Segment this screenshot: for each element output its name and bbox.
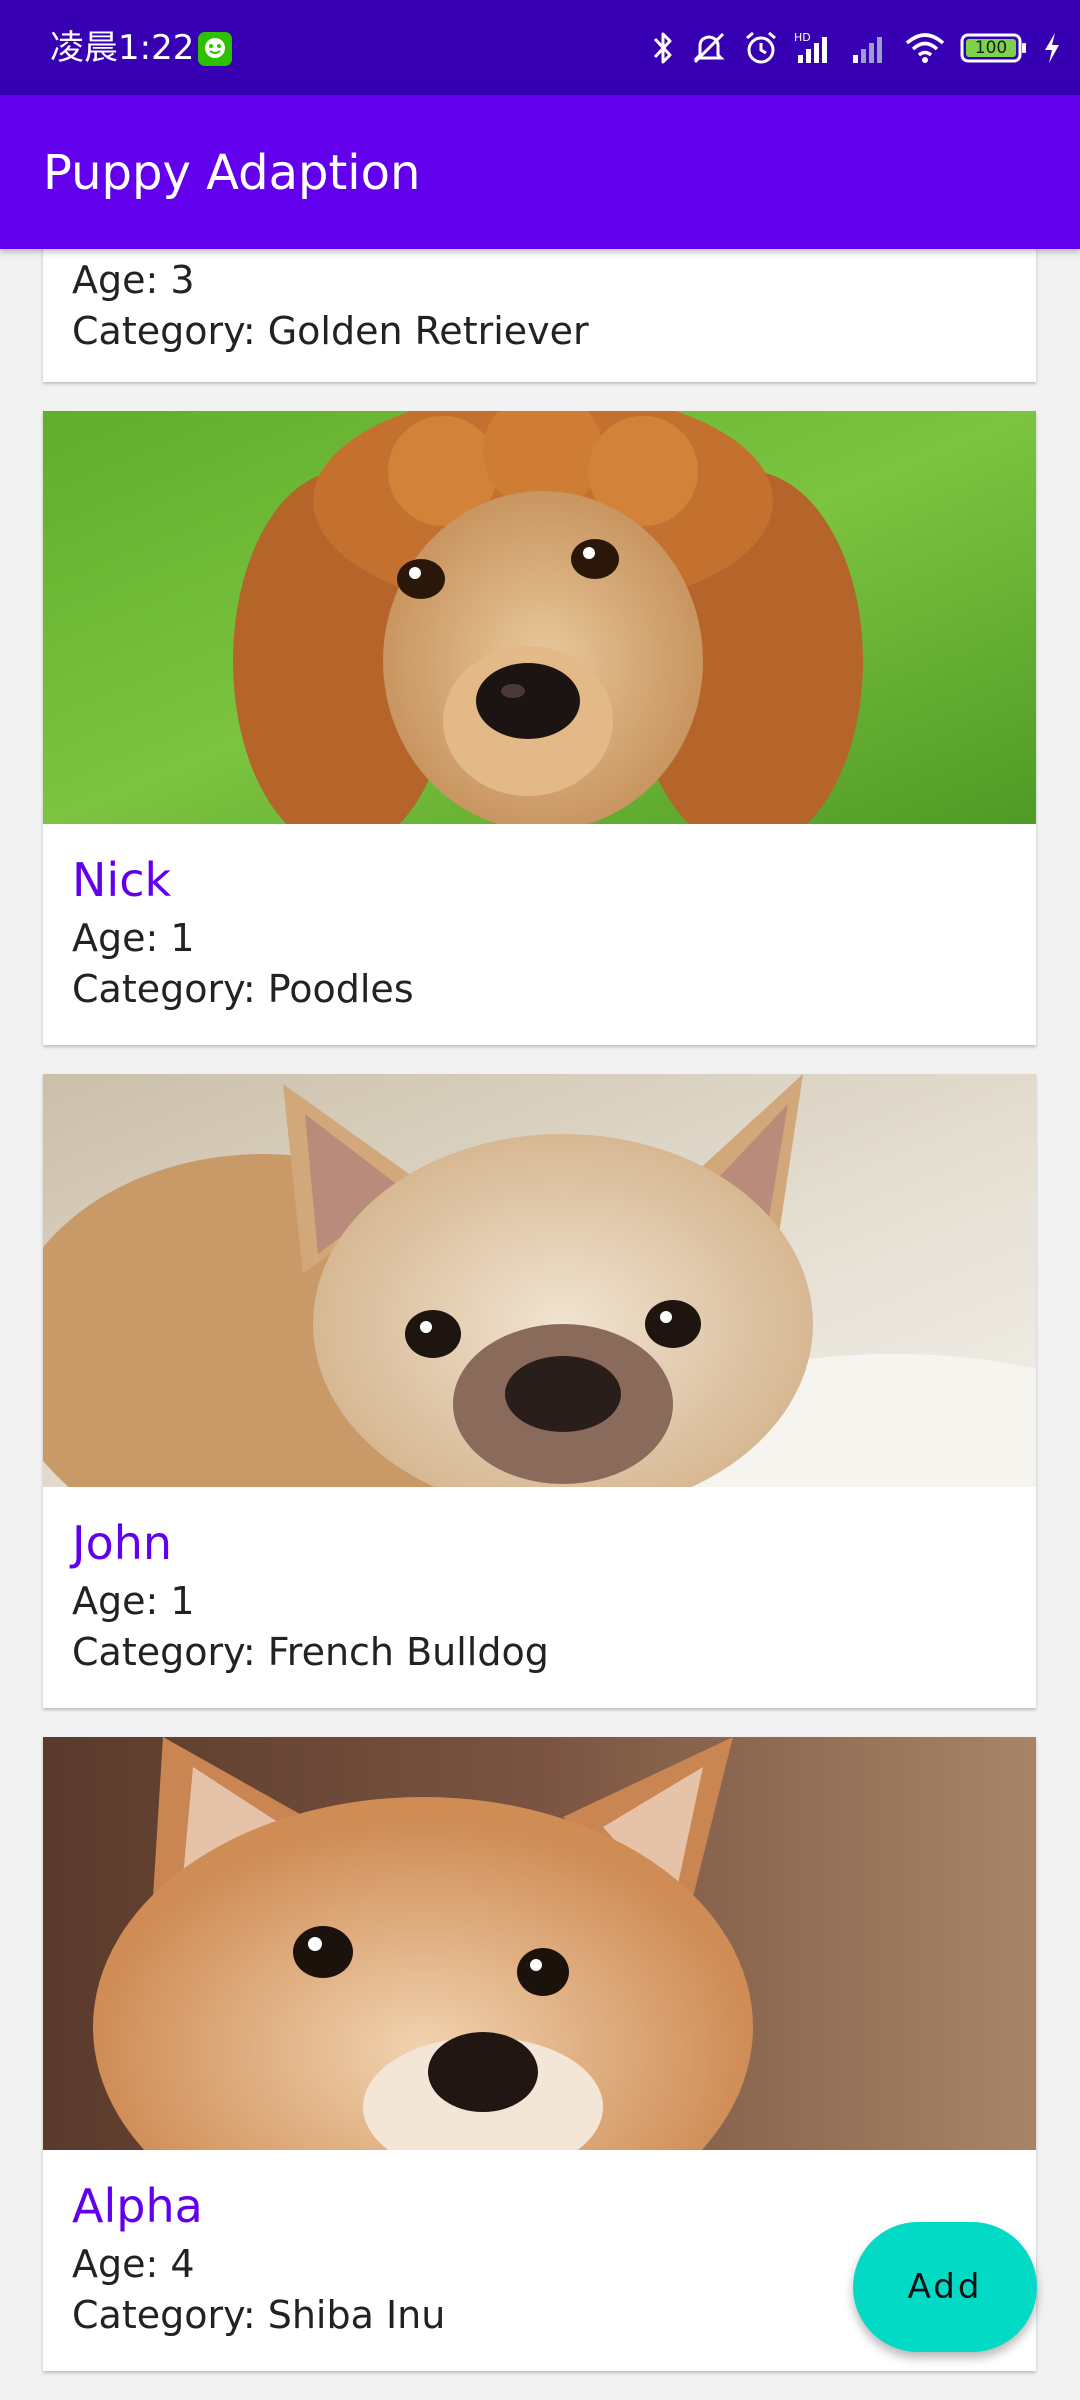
puppy-card[interactable]: Age: 3 Category: Golden Retriever [43,249,1036,382]
puppy-age: Age: 1 [72,1579,195,1623]
svg-text:HD: HD [794,31,811,44]
battery-icon: 100 [960,32,1028,64]
signal-weak-icon [850,29,890,67]
puppy-name: Alpha [72,2179,203,2233]
app-bar: Puppy Adaption [0,95,1080,249]
status-icons: HD 100 [650,24,1062,72]
add-button[interactable]: Add [853,2222,1037,2352]
status-bar: 凌晨1:22 HD 100 [0,0,1080,95]
puppy-card[interactable]: John Age: 1 Category: French Bulldog [43,1074,1036,1708]
app-title: Puppy Adaption [43,145,421,201]
bluetooth-icon [650,29,676,67]
hd-signal-icon: HD [794,29,836,67]
status-time: 凌晨1:22 [50,28,195,68]
puppy-age: Age: 3 [72,258,195,302]
shiba-inu-photo [43,1737,1036,2150]
puppy-name: John [72,1516,173,1570]
mute-bell-icon [690,29,728,67]
wifi-icon [904,29,946,67]
puppy-age: Age: 1 [72,916,195,960]
alarm-icon [742,29,780,67]
puppy-list[interactable]: Age: 3 Category: Golden Retriever Nick A… [0,249,1080,2400]
puppy-card[interactable]: Nick Age: 1 Category: Poodles [43,411,1036,1045]
wechat-notification-icon [198,32,232,66]
battery-level: 100 [974,38,1008,58]
poodle-photo [43,411,1036,824]
puppy-name: Nick [72,853,172,907]
charging-icon [1042,29,1062,67]
puppy-category: Category: Shiba Inu [72,2293,446,2337]
puppy-age: Age: 4 [72,2242,195,2286]
puppy-category: Category: Poodles [72,967,414,1011]
puppy-category: Category: French Bulldog [72,1630,549,1674]
puppy-category: Category: Golden Retriever [72,309,589,353]
french-bulldog-photo [43,1074,1036,1487]
